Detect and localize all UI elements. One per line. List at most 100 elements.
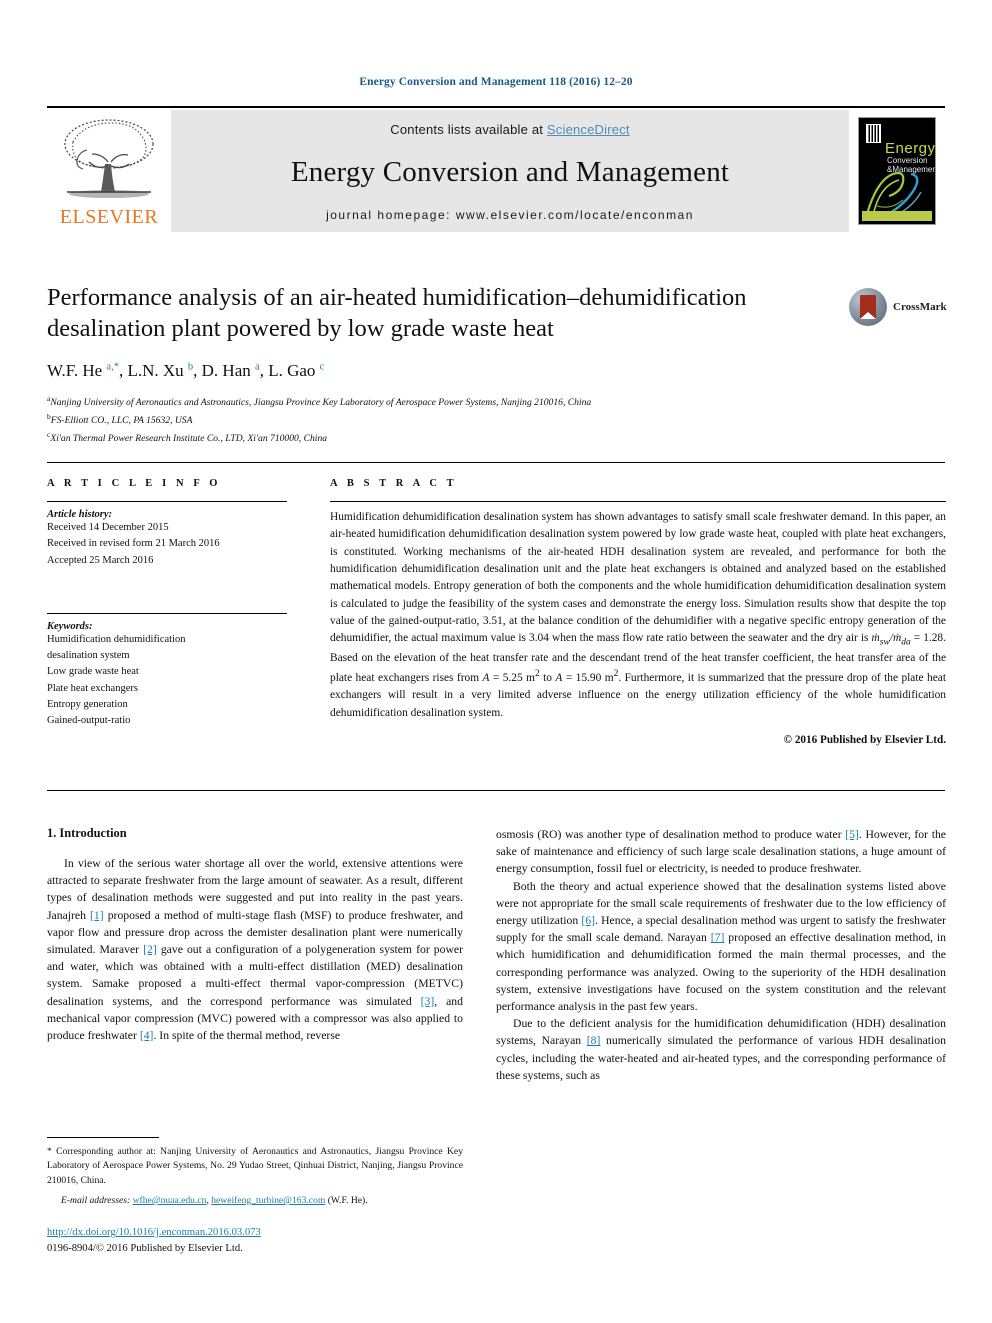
author-affil-mark: a <box>255 361 260 373</box>
intro-p1-cont-a: osmosis (RO) was another type of desalin… <box>496 828 846 841</box>
keywords-block: Keywords: Humidification dehumidificatio… <box>47 612 287 730</box>
affiliation-text: FS-Elliott CO., LLC, PA 15632, USA <box>50 414 193 426</box>
abstract-column: A B S T R A C T Humidification dehumidif… <box>330 478 946 746</box>
cover-subtitle-1: Conversion <box>887 156 928 165</box>
keyword-item: Gained-output-ratio <box>47 715 131 727</box>
affiliation-item: aNanjing University of Aeronautics and A… <box>47 393 837 411</box>
citation-ref-4[interactable]: [4] <box>140 1029 154 1042</box>
doi-link[interactable]: http://dx.doi.org/10.1016/j.enconman.201… <box>47 1227 261 1238</box>
issn-copyright-line: 0196-8904/© 2016 Published by Elsevier L… <box>47 1242 243 1254</box>
info-section-top-rule <box>47 462 945 463</box>
affiliation-text: Xi'an Thermal Power Research Institute C… <box>50 433 328 444</box>
elsevier-wordmark: ELSEVIER <box>59 206 159 228</box>
body-column-left: 1. Introduction In view of the serious w… <box>47 826 463 1044</box>
info-section-bottom-rule <box>47 790 945 791</box>
author-affil-mark: b <box>187 361 194 373</box>
history-item: Received 14 December 2015 <box>47 522 169 533</box>
cover-footer-band <box>862 211 932 221</box>
area-value-2: = 15.90 m <box>562 672 614 685</box>
running-head: Energy Conversion and Management 118 (20… <box>359 76 633 88</box>
mdot-sw-subscript: sw <box>879 637 890 648</box>
intro-paragraph-3: Due to the deficient analysis for the hu… <box>496 1015 946 1084</box>
area-value-1: = 5.25 m <box>489 672 535 685</box>
citation-ref-7[interactable]: [7] <box>711 931 725 944</box>
author-list: W.F. He a,*, L.N. Xu b, D. Han a, L. Gao… <box>47 360 325 380</box>
article-info-rule <box>47 501 287 502</box>
page-title: Performance analysis of an air-heated hu… <box>47 284 747 343</box>
abstract-part-3: to <box>539 672 556 685</box>
article-info-column: A R T I C L E I N F O Article history: R… <box>47 478 287 729</box>
affiliation-item: bFS-Elliott CO., LLC, PA 15632, USA <box>47 411 837 429</box>
abstract-rule <box>330 501 946 502</box>
intro-paragraph-1-cont: osmosis (RO) was another type of desalin… <box>496 826 946 878</box>
history-item: Accepted 25 March 2016 <box>47 554 154 566</box>
section-title-introduction: 1. Introduction <box>47 826 127 840</box>
citation-ref-8[interactable]: [8] <box>587 1034 601 1047</box>
cover-art: Energy Conversion &Management <box>858 117 936 225</box>
keyword-item: Humidification dehumidification <box>47 633 186 645</box>
cover-subtitle-2: &Management <box>887 165 936 174</box>
email-label: E-mail addresses: <box>61 1195 131 1207</box>
article-history-label: Article history: <box>47 509 113 520</box>
citation-ref-2[interactable]: [2] <box>143 943 157 956</box>
abstract-text: Humidification dehumidification desalina… <box>330 509 946 722</box>
elsevier-tree-icon <box>64 119 154 198</box>
cover-title: Energy <box>885 140 936 157</box>
crossmark-badge[interactable]: CrossMark <box>849 288 949 328</box>
email-addresses-line: E-mail addresses: wfhe@nuaa.edu.cn, hewe… <box>47 1194 463 1208</box>
crossmark-label: CrossMark <box>893 301 947 313</box>
abstract-heading: A B S T R A C T <box>330 478 458 489</box>
abstract-copyright: © 2016 Published by Elsevier Ltd. <box>783 734 946 747</box>
affiliation-item: cXi'an Thermal Power Research Institute … <box>47 429 837 447</box>
keywords-rule <box>47 612 287 614</box>
intro-paragraph-2: Both the theory and actual experience sh… <box>496 878 946 1016</box>
citation-ref-3[interactable]: [3] <box>421 995 435 1008</box>
body-column-right: osmosis (RO) was another type of desalin… <box>496 826 946 1084</box>
abstract-formula-eq: = 1.28 <box>910 632 944 645</box>
crossmark-book-icon <box>860 295 876 319</box>
contents-prefix: Contents lists available at <box>390 122 547 137</box>
intro-paragraph-1: In view of the serious water shortage al… <box>47 855 463 1044</box>
keyword-item: Plate heat exchangers <box>47 682 138 694</box>
crossmark-icon <box>849 288 887 326</box>
intro-p1-e: . In spite of the thermal method, revers… <box>153 1029 341 1043</box>
mdot-symbol: ṁ <box>871 632 880 645</box>
journal-article-page: Energy Conversion and Management 118 (20… <box>0 0 992 1323</box>
sciencedirect-link[interactable]: ScienceDirect <box>547 122 630 137</box>
journal-cover-thumbnail[interactable]: Energy Conversion &Management <box>849 110 945 232</box>
corresponding-author-footnote: * Corresponding author at: Nanjing Unive… <box>47 1145 463 1209</box>
elsevier-logo: ELSEVIER <box>47 110 171 232</box>
article-info-heading: A R T I C L E I N F O <box>47 478 222 489</box>
keyword-item: desalination system <box>47 650 130 662</box>
contents-lists-line: Contents lists available at ScienceDirec… <box>390 122 629 137</box>
author-affil-mark: c <box>319 361 325 373</box>
footnote-rule <box>47 1137 159 1138</box>
abstract-formula-mdot-sw: ṁsw/ṁda <box>871 632 911 647</box>
keywords-list: Humidification dehumidification desalina… <box>47 632 287 730</box>
publication-footer: http://dx.doi.org/10.1016/j.enconman.201… <box>47 1225 497 1257</box>
journal-masthead: ELSEVIER Contents lists available at Sci… <box>47 110 945 232</box>
email-link-secondary[interactable]: heweifeng_turbine@163.com <box>211 1195 325 1206</box>
keyword-item: Entropy generation <box>47 698 128 710</box>
mdot-slash: /ṁ <box>889 632 902 645</box>
citation-ref-1[interactable]: [1] <box>90 909 104 922</box>
history-item: Received in revised form 21 March 2016 <box>47 538 220 550</box>
article-history-list: Received 14 December 2015 Received in re… <box>47 520 287 569</box>
affiliation-text: Nanjing University of Aeronautics and As… <box>50 396 592 408</box>
citation-ref-5[interactable]: [5] <box>845 828 859 841</box>
footnote-text: Corresponding author at: Nanjing Univers… <box>47 1146 463 1186</box>
affiliation-list: aNanjing University of Aeronautics and A… <box>47 393 837 447</box>
abstract-part-1: Humidification dehumidification desalina… <box>330 511 946 645</box>
keywords-label: Keywords: <box>47 620 93 632</box>
email-attribution: (W.F. He). <box>325 1195 368 1207</box>
email-link-primary[interactable]: wfhe@nuaa.edu.cn <box>133 1195 207 1206</box>
title-block: Performance analysis of an air-heated hu… <box>47 282 837 447</box>
keyword-item: Low grade waste heat <box>47 666 139 678</box>
mdot-da-subscript: da <box>901 637 911 648</box>
journal-title: Energy Conversion and Management <box>290 156 730 188</box>
journal-homepage-line[interactable]: journal homepage: www.elsevier.com/locat… <box>326 208 694 222</box>
masthead-top-rule <box>47 106 945 108</box>
masthead-center-band: Contents lists available at ScienceDirec… <box>171 110 849 232</box>
citation-ref-6[interactable]: [6] <box>581 914 595 927</box>
author-affil-mark: a,* <box>106 361 119 373</box>
